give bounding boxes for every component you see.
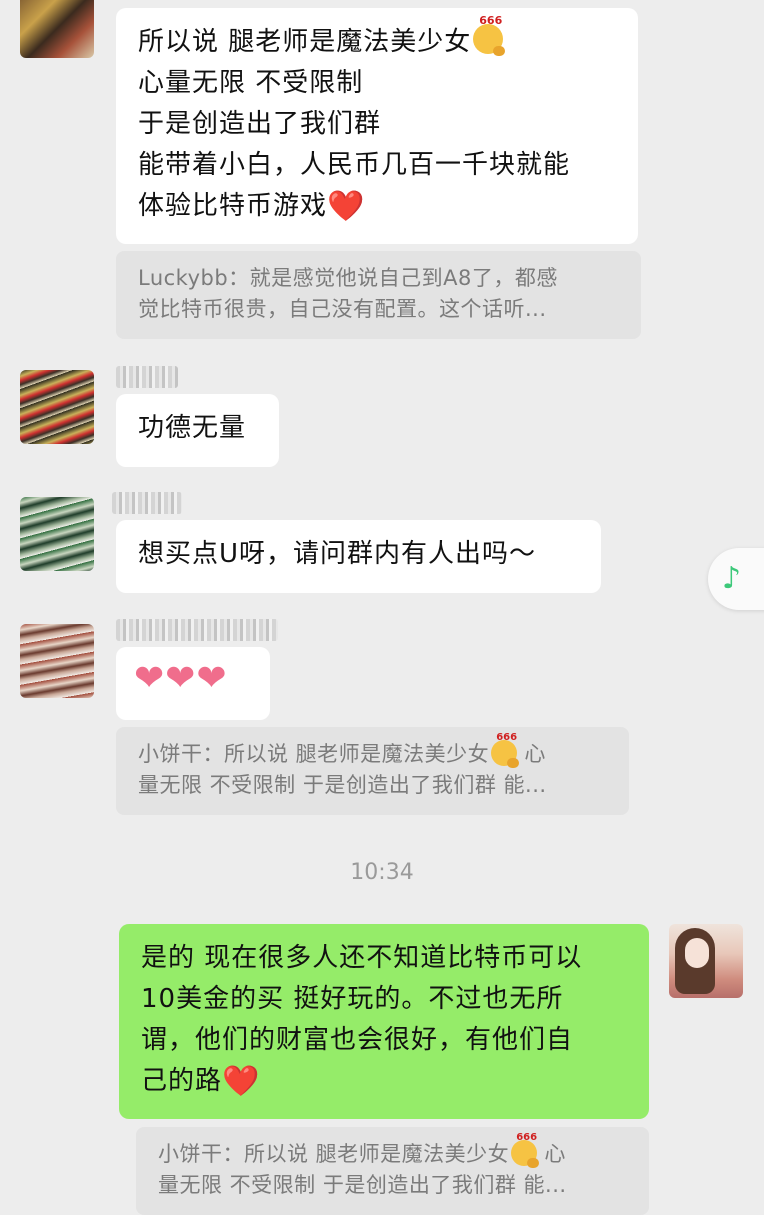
avatar[interactable] [20, 624, 94, 698]
my-message-bubble[interactable]: 是的 现在很多人还不知道比特币可以 10美金的买 挺好玩的。不过也无所 谓，他们… [119, 924, 649, 1119]
pink-heart-emoji-icon: ❤ [196, 658, 228, 699]
quote-text: 小饼干：所以说 腿老师是魔法美少女 [158, 1142, 510, 1166]
quote-text: 心 [517, 742, 546, 766]
avatar[interactable] [20, 370, 94, 444]
message-bubble[interactable]: 想买点U呀，请问群内有人出吗～ [116, 520, 601, 593]
message-text: 功德无量 [138, 413, 247, 443]
quoted-message[interactable]: 小饼干：所以说 腿老师是魔法美少女 666 心 量无限 不受限制 于是创造出了我们… [136, 1127, 649, 1215]
thinking-666-emoji-icon: 666 [491, 732, 520, 768]
message-text: 体验比特币游戏 [138, 191, 328, 221]
red-heart-emoji-icon: ❤️ [327, 189, 366, 224]
pink-heart-emoji-icon: ❤ [134, 658, 166, 699]
message-text: 所以说 腿老师是魔法美少女 [138, 27, 472, 57]
thinking-666-emoji-icon: 666 [473, 15, 506, 56]
message-bubble[interactable]: 所以说 腿老师是魔法美少女 666 心量无限 不受限制 于是创造出了我们群 能带着… [116, 8, 638, 244]
message-bubble[interactable]: 功德无量 [116, 394, 279, 467]
message-text: 10美金的买 挺好玩的。不过也无所 [141, 984, 564, 1014]
quoted-message[interactable]: Luckybb：就是感觉他说自己到A8了，都感 觉比特币很贵，自己没有配置。这个… [116, 251, 641, 339]
message-text: 能带着小白，人民币几百一千块就能 [138, 150, 571, 180]
quote-text: 量无限 不受限制 于是创造出了我们群 能... [138, 773, 547, 797]
sender-nickname [116, 619, 278, 641]
message-timestamp: 10:34 [350, 860, 414, 885]
quote-text: 心 [537, 1142, 566, 1166]
my-avatar[interactable] [669, 924, 743, 998]
pink-heart-emoji-icon: ❤ [165, 658, 197, 699]
music-note-icon: ♪ [722, 561, 742, 596]
message-text: 心量无限 不受限制 [138, 68, 364, 98]
message-text: 己的路 [141, 1066, 223, 1096]
message-text: 想买点U呀，请问群内有人出吗～ [138, 539, 537, 569]
avatar[interactable] [20, 497, 94, 571]
quote-text: 觉比特币很贵，自己没有配置。这个话听... [138, 297, 547, 321]
quoted-message[interactable]: 小饼干：所以说 腿老师是魔法美少女 666 心 量无限 不受限制 于是创造出了我们… [116, 727, 629, 815]
message-text: 谓，他们的财富也会很好，有他们自 [141, 1025, 574, 1055]
thinking-666-emoji-icon: 666 [511, 1132, 540, 1168]
music-floating-button[interactable]: ♪ [708, 548, 764, 610]
red-heart-emoji-icon: ❤️ [222, 1064, 261, 1099]
message-text: 于是创造出了我们群 [138, 109, 382, 139]
sender-nickname [112, 492, 182, 514]
quote-text: 量无限 不受限制 于是创造出了我们群 能... [158, 1173, 567, 1197]
avatar[interactable] [20, 0, 94, 58]
quote-text: 小饼干：所以说 腿老师是魔法美少女 [138, 742, 490, 766]
message-bubble[interactable]: ❤❤❤ [116, 647, 270, 720]
sender-nickname [116, 366, 178, 388]
message-text: 是的 现在很多人还不知道比特币可以 [141, 943, 583, 973]
quote-text: Luckybb：就是感觉他说自己到A8了，都感 [138, 266, 558, 290]
